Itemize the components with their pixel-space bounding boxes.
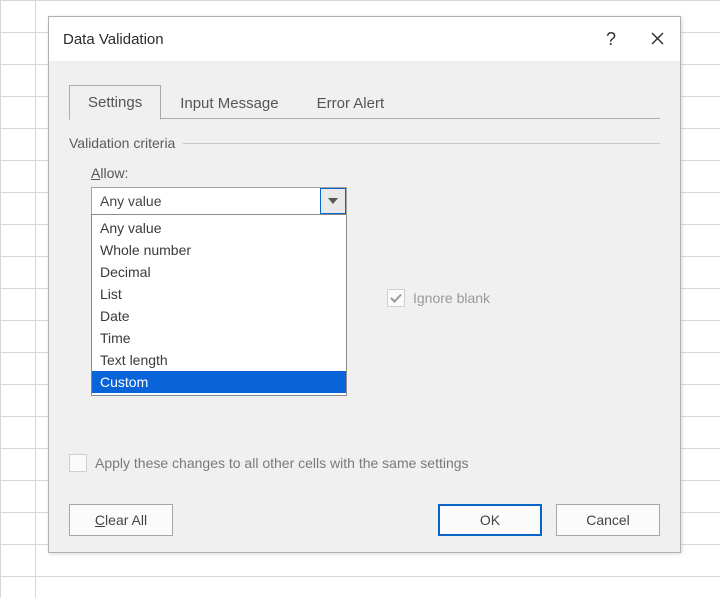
allow-combobox[interactable]: Any value <box>91 187 347 215</box>
tab-input-message[interactable]: Input Message <box>161 86 297 120</box>
allow-option-custom[interactable]: Custom <box>92 371 346 393</box>
ignore-blank-label: Ignore blank <box>413 290 490 306</box>
allow-combobox-value: Any value <box>92 193 320 209</box>
tab-strip: Settings Input Message Error Alert <box>69 79 660 119</box>
option-label: Decimal <box>100 264 151 280</box>
tab-settings[interactable]: Settings <box>69 85 161 120</box>
allow-option-decimal[interactable]: Decimal <box>92 261 346 283</box>
titlebar: Data Validation ? <box>49 17 680 61</box>
allow-accesskey: A <box>91 165 100 181</box>
clear-all-button[interactable]: Clear All <box>69 504 173 536</box>
ignore-blank-row: Ignore blank <box>387 289 490 307</box>
checkmark-icon <box>390 292 402 304</box>
tab-label: Settings <box>88 94 142 111</box>
allow-option-date[interactable]: Date <box>92 305 346 327</box>
clear-all-accesskey: C <box>95 512 105 528</box>
tab-label: Input Message <box>180 95 278 112</box>
option-label: Date <box>100 308 130 324</box>
clear-all-rest: lear All <box>105 512 147 528</box>
section-title: Validation criteria <box>69 135 175 151</box>
section-divider <box>183 143 660 144</box>
allow-label-rest: llow: <box>100 165 128 181</box>
option-label: Whole number <box>100 242 191 258</box>
ignore-blank-checkbox <box>387 289 405 307</box>
allow-combobox-button[interactable] <box>320 188 346 214</box>
allow-option-any-value[interactable]: Any value <box>92 217 346 239</box>
help-icon: ? <box>606 29 616 50</box>
option-label: Time <box>100 330 131 346</box>
apply-all-checkbox <box>69 454 87 472</box>
allow-dropdown-list[interactable]: Any value Whole number Decimal List Date… <box>91 214 347 396</box>
help-button[interactable]: ? <box>588 17 634 61</box>
data-validation-dialog: Data Validation ? Settings Input Message… <box>48 16 681 553</box>
cancel-button[interactable]: Cancel <box>556 504 660 536</box>
close-icon <box>651 29 664 50</box>
close-button[interactable] <box>634 17 680 61</box>
allow-label: Allow: <box>91 165 660 181</box>
cancel-label: Cancel <box>586 512 630 528</box>
dialog-title: Data Validation <box>63 31 164 48</box>
button-row: Clear All OK Cancel <box>69 504 660 536</box>
option-label: Text length <box>100 352 168 368</box>
allow-option-text-length[interactable]: Text length <box>92 349 346 371</box>
apply-all-row: Apply these changes to all other cells w… <box>69 454 469 472</box>
section-validation-criteria: Validation criteria <box>69 135 660 151</box>
allow-option-list[interactable]: List <box>92 283 346 305</box>
ok-button[interactable]: OK <box>438 504 542 536</box>
dialog-body: Settings Input Message Error Alert Valid… <box>49 61 680 552</box>
allow-option-time[interactable]: Time <box>92 327 346 349</box>
option-label: Any value <box>100 220 161 236</box>
tab-label: Error Alert <box>317 95 385 112</box>
tab-error-alert[interactable]: Error Alert <box>298 86 404 120</box>
option-label: Custom <box>100 374 148 390</box>
option-label: List <box>100 286 122 302</box>
apply-all-label: Apply these changes to all other cells w… <box>95 455 469 471</box>
chevron-down-icon <box>328 198 338 204</box>
ok-label: OK <box>480 512 500 528</box>
allow-option-whole-number[interactable]: Whole number <box>92 239 346 261</box>
